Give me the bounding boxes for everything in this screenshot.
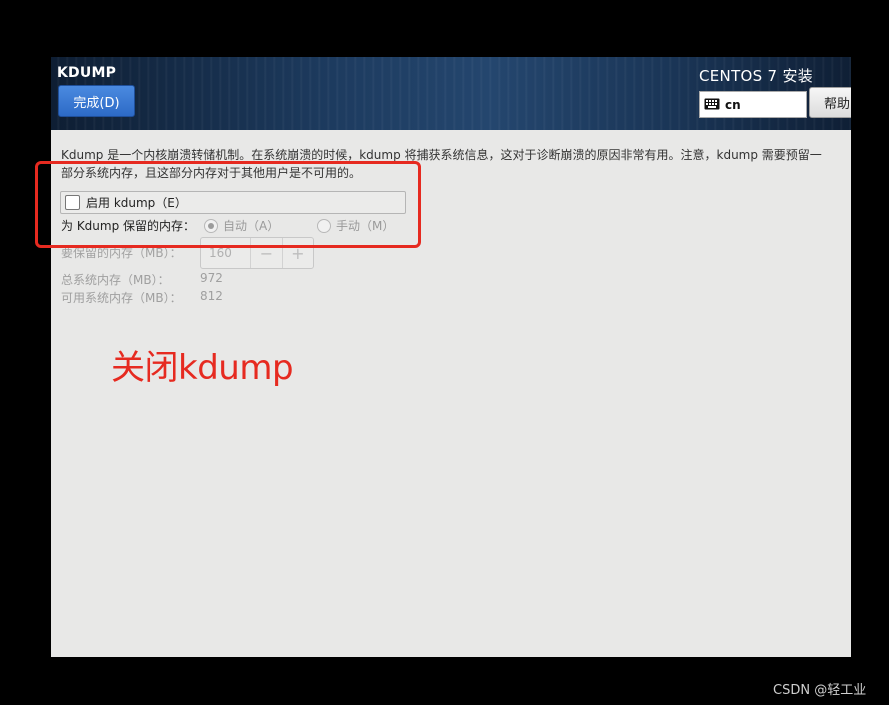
- annotation-highlight-box: [35, 161, 421, 248]
- usable-memory-label: 可用系统内存（MB）：: [61, 291, 182, 305]
- help-button[interactable]: 帮助: [809, 87, 851, 118]
- usable-memory-value: 812: [200, 289, 223, 303]
- keyboard-icon: [704, 95, 720, 114]
- annotation-text: 关闭kdump: [111, 348, 294, 388]
- watermark: CSDN @轻工业: [773, 683, 867, 698]
- header-bar: KDUMP 完成(D) CENTOS 7 安装 cn 帮助: [51, 57, 851, 130]
- total-memory-value: 972: [200, 271, 223, 285]
- total-memory-label: 总系统内存（MB）：: [61, 273, 170, 287]
- keyboard-layout-label: cn: [725, 97, 741, 112]
- spoke-title: KDUMP: [57, 65, 117, 81]
- install-title: CENTOS 7 安装: [699, 67, 814, 85]
- done-button[interactable]: 完成(D): [58, 85, 135, 117]
- keyboard-layout-indicator[interactable]: cn: [699, 91, 807, 118]
